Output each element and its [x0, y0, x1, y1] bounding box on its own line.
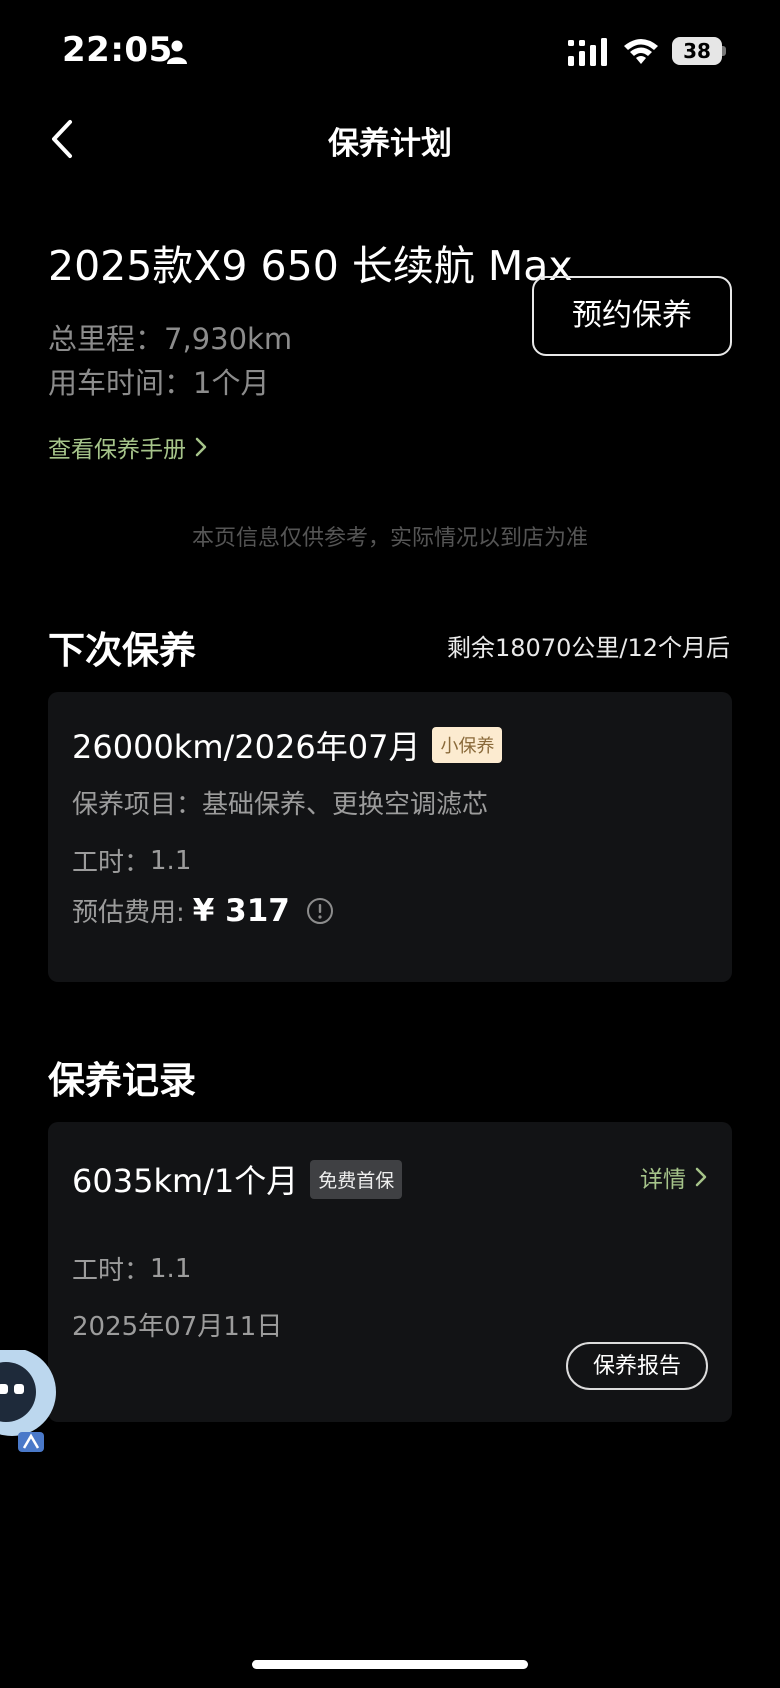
- items-label: 保养项目：: [72, 790, 203, 820]
- next-maintenance-target: 26000km/2026年07月: [72, 728, 421, 766]
- status-time: 22:05: [62, 30, 173, 70]
- info-icon[interactable]: [306, 897, 334, 925]
- record-date: 2025年07月11日: [72, 1312, 283, 1342]
- record-labor-hours: 工时： 1.1: [72, 1250, 191, 1287]
- assistant-robot-icon[interactable]: [0, 1350, 60, 1460]
- manual-link-label: 查看保养手册: [48, 437, 186, 463]
- page-title: 保养计划: [328, 126, 452, 162]
- record-hours-label: 工时：: [72, 1256, 151, 1286]
- next-maintenance-headline: 26000km/2026年07月 小保养: [72, 722, 503, 768]
- status-bar: 22:05 38: [0, 0, 780, 100]
- wifi-icon: [624, 39, 658, 64]
- record-mileage-period: 6035km/1个月: [72, 1162, 299, 1200]
- car-model-title: 2025款X9 650 长续航 Max: [48, 242, 573, 290]
- maintenance-items: 保养项目： 基础保养、更换空调滤芯: [72, 784, 488, 821]
- usage-time: 用车时间：1个月: [48, 360, 269, 402]
- home-indicator[interactable]: [252, 1660, 528, 1669]
- usage-label: 用车时间：: [48, 366, 194, 400]
- cellular-signal-icon: [568, 38, 607, 66]
- minor-maintenance-tag: 小保养: [432, 727, 503, 763]
- free-first-service-tag: 免费首保: [310, 1159, 403, 1199]
- cost-value: ¥ 317: [192, 892, 290, 929]
- next-maintenance-title: 下次保养: [48, 629, 196, 672]
- disclaimer-text: 本页信息仅供参考，实际情况以到店为准: [191, 526, 588, 551]
- maintenance-manual-link[interactable]: 查看保养手册: [48, 430, 208, 464]
- person-icon: [167, 40, 187, 64]
- record-hours-value: 1.1: [150, 1253, 192, 1284]
- labor-hours: 工时： 1.1: [72, 842, 191, 879]
- battery-indicator: 38: [672, 37, 726, 65]
- remaining-distance-time: 剩余18070公里/12个月后: [447, 634, 730, 662]
- record-headline: 6035km/1个月 免费首保: [72, 1156, 403, 1202]
- record-detail-link[interactable]: 详情: [640, 1160, 708, 1194]
- chevron-right-icon: [195, 437, 207, 457]
- maintenance-records-title: 保养记录: [48, 1059, 196, 1102]
- battery-level: 38: [672, 37, 722, 65]
- mileage-value: 7,930km: [164, 322, 293, 356]
- battery-tip: [722, 46, 726, 56]
- chevron-right-icon: [695, 1167, 707, 1187]
- items-value: 基础保养、更换空调滤芯: [202, 790, 489, 820]
- maintenance-record-card: 6035km/1个月 免费首保 详情 工时： 1.1 2025年07月11日 保养…: [48, 1122, 732, 1422]
- usage-value: 1个月: [193, 366, 270, 400]
- cost-label: 预估费用:: [72, 898, 185, 928]
- maintenance-report-button[interactable]: 保养报告: [566, 1342, 708, 1390]
- next-maintenance-card: 26000km/2026年07月 小保养 保养项目： 基础保养、更换空调滤芯 工时…: [48, 692, 732, 982]
- total-mileage: 总里程：7,930km: [48, 316, 292, 358]
- estimated-cost: 预估费用: ¥ 317: [72, 892, 334, 929]
- hours-value: 1.1: [150, 845, 192, 876]
- hours-label: 工时：: [72, 848, 151, 878]
- mileage-label: 总里程：: [48, 322, 165, 356]
- detail-link-label: 详情: [640, 1167, 686, 1193]
- book-maintenance-button[interactable]: 预约保养: [532, 276, 732, 356]
